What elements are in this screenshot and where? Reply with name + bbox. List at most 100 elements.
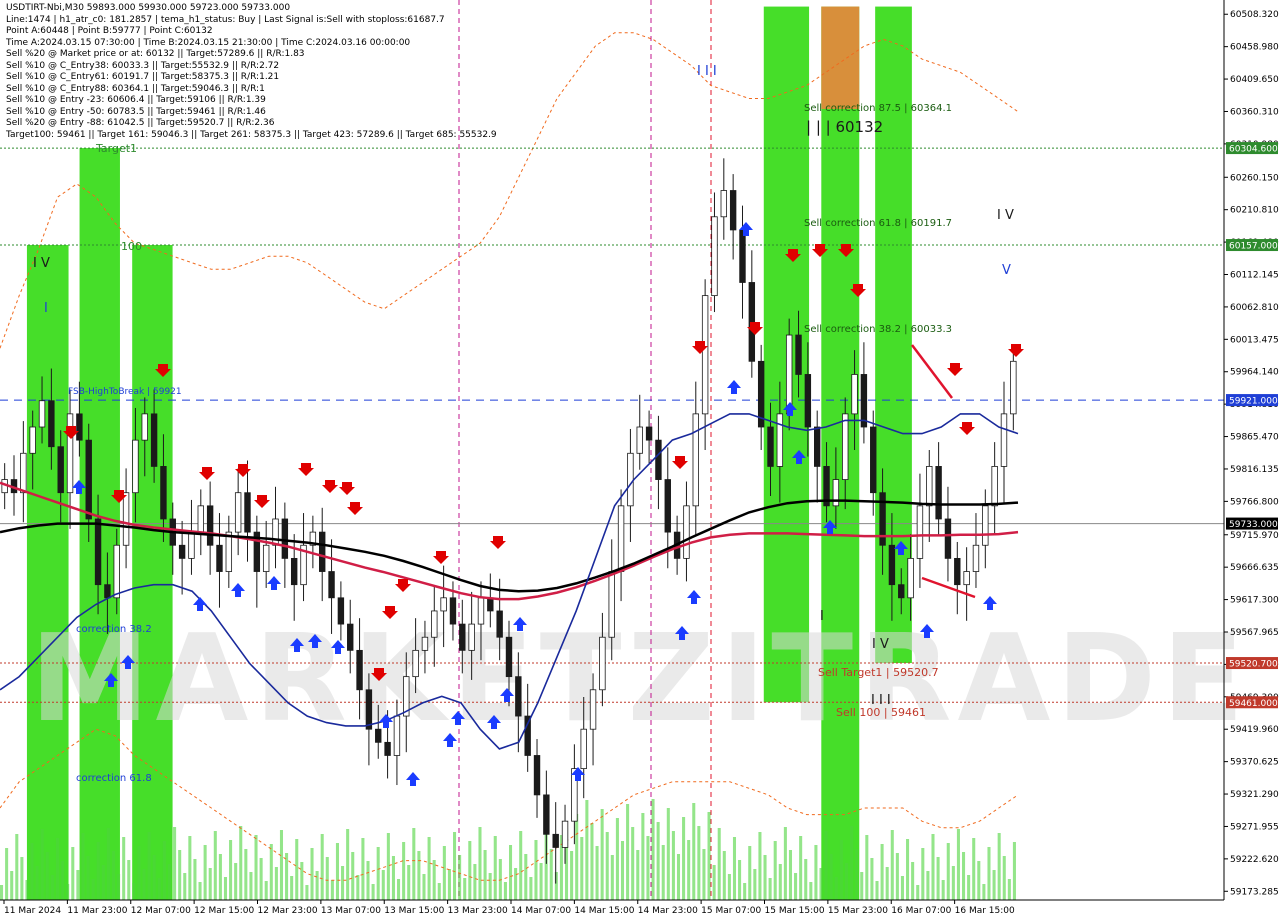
volume-bar: [5, 848, 9, 900]
volume-bar: [305, 885, 309, 900]
volume-bar: [758, 832, 762, 900]
x-tick-label: 13 Mar 23:00: [448, 906, 508, 916]
volume-bar: [193, 859, 197, 900]
y-tick-label: 60062.810: [1230, 303, 1279, 313]
candle-body: [982, 505, 989, 546]
volume-bar: [753, 869, 757, 900]
candle-body: [720, 190, 728, 218]
volume-bar: [254, 835, 258, 900]
info-line: Sell %10 @ Entry -23: 60606.4 || Target:…: [6, 95, 266, 105]
volume-bar: [809, 882, 813, 900]
y-tick-label: 59321.290: [1230, 790, 1279, 800]
volume-bar: [666, 808, 670, 900]
candle-body: [449, 597, 457, 625]
volume-bar: [310, 848, 314, 900]
candle-body: [729, 190, 737, 231]
volume-bar: [951, 866, 955, 900]
volume-bar: [402, 842, 406, 900]
candle-body: [290, 557, 298, 586]
candle-body: [898, 584, 905, 599]
candle-body: [468, 623, 475, 651]
volume-bar: [478, 827, 482, 900]
volume-bar: [651, 799, 655, 900]
volume-bar: [86, 856, 90, 900]
volume-bar: [488, 873, 492, 900]
volume-bar: [458, 855, 462, 900]
price-tag-label: 59461.000: [1229, 699, 1278, 709]
volume-bar: [234, 863, 238, 900]
price-tag-label: 59520.700: [1229, 660, 1278, 670]
volume-bar: [600, 809, 604, 900]
volume-bar: [91, 879, 95, 900]
candle-body: [515, 676, 522, 717]
volume-bar: [167, 864, 172, 900]
volume-bar: [524, 854, 528, 900]
candle-body: [141, 413, 148, 441]
candle-body: [608, 571, 615, 638]
candle-body: [767, 426, 774, 467]
volume-bar: [855, 849, 859, 900]
volume-bar: [463, 878, 467, 900]
volume-bar: [142, 869, 146, 900]
volume-bar: [941, 880, 945, 900]
volume-bar: [992, 870, 996, 900]
wave-i-left: I: [44, 301, 48, 316]
volume-bar: [35, 866, 39, 900]
target1-label: Target1: [95, 142, 137, 155]
candle-body: [655, 439, 662, 480]
volume-bar: [656, 822, 660, 900]
volume-bar: [147, 832, 151, 900]
volume-bar: [203, 845, 207, 900]
correction-382-label: correction 38.2: [76, 624, 152, 635]
fsb-label: FSB-HighToBreak | 59921: [68, 387, 182, 397]
volume-bar: [890, 830, 894, 900]
y-tick-label: 59567.965: [1230, 628, 1279, 638]
volume-bar: [325, 857, 329, 900]
sell-correction-382-label: Sell correction 38.2 | 60033.3: [804, 324, 952, 335]
volume-bar: [259, 858, 263, 900]
volume-bar: [20, 857, 24, 900]
candle-body: [319, 531, 326, 572]
volume-bar: [71, 847, 75, 900]
volume-bar: [285, 853, 289, 900]
volume-bar: [178, 850, 182, 900]
volume-bar: [819, 868, 823, 900]
volume-bar: [580, 837, 584, 900]
candle-body: [393, 715, 401, 756]
y-tick-label: 59964.140: [1230, 368, 1279, 378]
candle-body: [580, 728, 587, 770]
info-line: Line:1474 | h1_atr_c0: 181.2857 | tema_h…: [6, 14, 445, 25]
y-tick-label: 60458.980: [1230, 43, 1279, 53]
volume-bar: [198, 882, 202, 900]
volume-bar: [320, 834, 324, 900]
volume-bar: [788, 850, 793, 900]
volume-bar: [61, 861, 65, 900]
volume-bar: [936, 857, 940, 900]
volume-bar: [661, 845, 665, 900]
candle-body: [150, 413, 158, 467]
candle-body: [860, 374, 868, 428]
volume-bar: [509, 845, 513, 900]
volume-bar: [610, 855, 614, 900]
y-tick-label: 60013.475: [1230, 335, 1279, 345]
volume-bar: [427, 837, 431, 900]
candle-body: [664, 479, 671, 533]
volume-bar: [865, 835, 869, 900]
volume-bar: [335, 843, 339, 900]
volume-bar: [122, 837, 126, 900]
volume-bar: [732, 837, 737, 900]
volume-bar: [223, 877, 228, 900]
volume-bar: [900, 876, 904, 900]
x-tick-label: 16 Mar 07:00: [891, 906, 951, 916]
volume-bar: [814, 845, 818, 900]
candle-body: [711, 216, 718, 297]
candle-body: [972, 544, 980, 572]
price-tag-label: 59733.000: [1229, 520, 1278, 530]
volume-bar: [972, 838, 976, 900]
volume-bar: [442, 846, 446, 900]
x-tick-label: 16 Mar 15:00: [955, 906, 1015, 916]
x-tick-label: 15 Mar 15:00: [765, 906, 825, 916]
volume-bar: [381, 870, 385, 900]
volume-bar: [620, 841, 625, 900]
volume-bar: [397, 879, 401, 900]
